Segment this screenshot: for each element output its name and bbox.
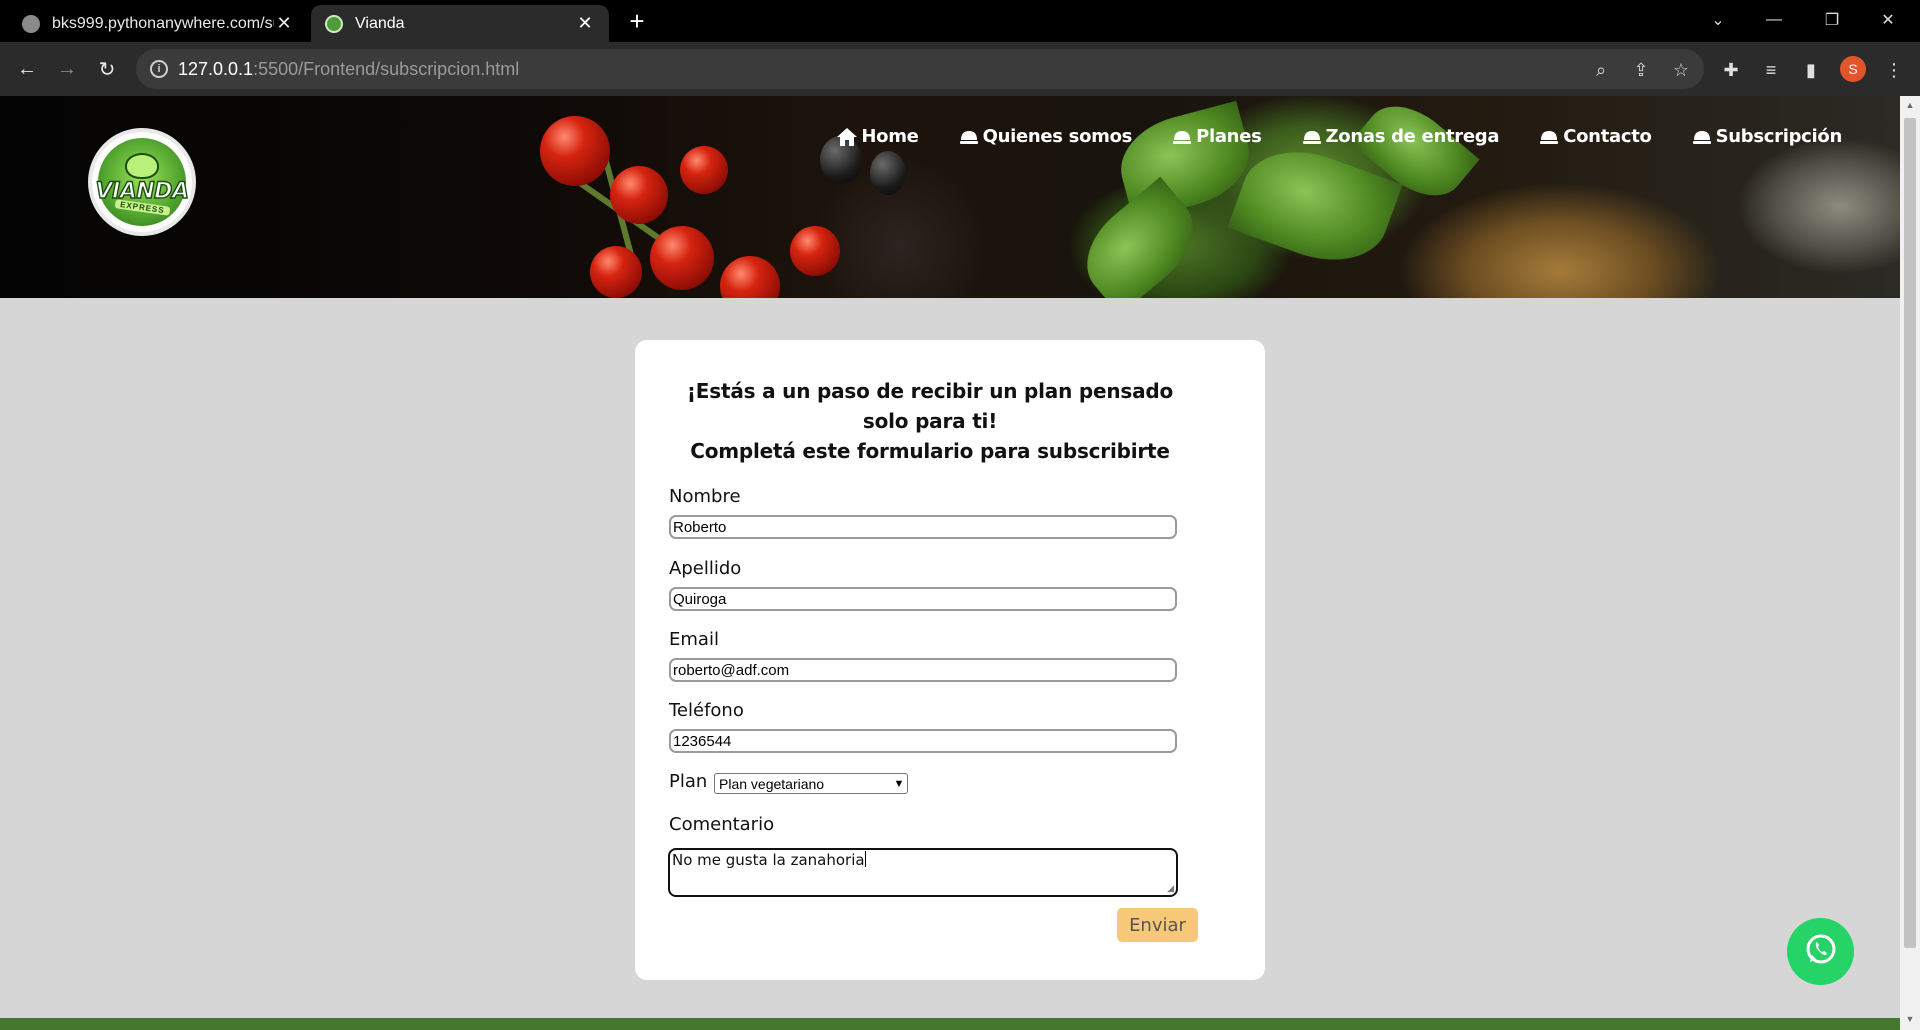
scrollbar-thumb[interactable] <box>1904 118 1916 948</box>
nav-home[interactable]: Home <box>837 126 919 147</box>
subscription-form-card: ¡Estás a un paso de recibir un plan pens… <box>635 340 1265 980</box>
browser-tab[interactable]: bks999.pythonanywhere.com/su ✕ <box>8 5 308 42</box>
apellido-label: Apellido <box>669 558 742 579</box>
tomato <box>590 246 642 298</box>
scroll-up-arrow-icon[interactable]: ▲ <box>1900 100 1920 110</box>
form-title-line: ¡Estás a un paso de recibir un plan pens… <box>686 379 1174 403</box>
form-title: ¡Estás a un paso de recibir un plan pens… <box>670 376 1190 466</box>
resize-grip-icon[interactable]: ◢ <box>1167 884 1174 894</box>
nombre-input[interactable] <box>669 515 1177 539</box>
nav-label: Contacto <box>1563 126 1652 147</box>
tomato <box>540 116 610 186</box>
minimize-icon[interactable]: — <box>1746 0 1802 40</box>
nav-planes[interactable]: Planes <box>1172 126 1262 147</box>
form-title-line: solo para ti! <box>862 409 998 433</box>
plan-select[interactable]: Plan vegetariano ▼ <box>714 773 908 794</box>
nav-label: Subscripción <box>1715 126 1843 147</box>
nav-subscripcion[interactable]: Subscripción <box>1692 126 1842 147</box>
scroll-down-arrow-icon[interactable]: ▼ <box>1900 1014 1920 1024</box>
zoom-icon[interactable]: ⌕ <box>1590 59 1612 81</box>
tomato <box>650 226 714 290</box>
form-title-line: Completá este formulario para subscribir… <box>690 439 1170 463</box>
address-bar[interactable]: i 127.0.0.1:5500/Frontend/subscripcion.h… <box>136 49 1704 89</box>
side-panel-icon[interactable]: ▮ <box>1799 58 1823 82</box>
reload-icon[interactable]: ↻ <box>91 53 123 85</box>
home-icon <box>837 127 858 147</box>
close-tab-icon[interactable]: ✕ <box>575 13 595 34</box>
enviar-button[interactable]: Enviar <box>1117 908 1198 942</box>
chef-mascot-icon <box>125 152 159 179</box>
extensions-icon[interactable]: ✚ <box>1719 58 1743 82</box>
text-caret <box>864 851 866 867</box>
new-tab-plus-icon[interactable]: + <box>622 6 652 37</box>
restore-icon[interactable]: ❐ <box>1804 0 1860 40</box>
url-text: 127.0.0.1:5500/Frontend/subscripcion.htm… <box>178 59 520 79</box>
share-icon[interactable]: ⇪ <box>1630 59 1652 81</box>
tab-search-chevron-icon[interactable]: ⌄ <box>1690 0 1746 40</box>
nav-label: Planes <box>1196 126 1262 147</box>
nav-zonas-de-entrega[interactable]: Zonas de entrega <box>1302 126 1500 147</box>
main-nav: Home Quienes somos Planes Zonas de entre… <box>837 126 1842 147</box>
tomato <box>790 226 840 276</box>
back-arrow-icon[interactable]: ← <box>11 53 43 85</box>
media-control-icon[interactable]: ≡ <box>1759 58 1783 82</box>
browser-toolbar: ← → ↻ i 127.0.0.1:5500/Frontend/subscrip… <box>0 42 1920 96</box>
page-scrollbar[interactable]: ▲ ▼ <box>1900 96 1920 1030</box>
cloche-icon <box>1692 127 1712 147</box>
telefono-input[interactable] <box>669 729 1177 753</box>
browser-menu-icon[interactable]: ⋮ <box>1882 58 1906 82</box>
page-viewport: VIANDA EXPRESS Home Quienes somos Planes… <box>0 96 1900 1030</box>
plan-selected-value: Plan vegetariano <box>719 775 825 792</box>
chevron-down-icon: ▼ <box>893 777 905 790</box>
cloche-icon <box>1302 127 1322 147</box>
apellido-input[interactable] <box>669 587 1177 611</box>
logo-wordmark: VIANDA <box>95 178 190 204</box>
comentario-textarea[interactable]: No me gusta la zanahoria ◢ <box>668 848 1178 897</box>
comentario-text: No me gusta la zanahoria <box>672 851 865 869</box>
nav-label: Quienes somos <box>982 126 1133 147</box>
browser-tab-active[interactable]: Vianda ✕ <box>311 5 609 42</box>
whatsapp-button[interactable] <box>1787 918 1854 985</box>
globe-icon <box>22 14 40 33</box>
email-label: Email <box>669 629 719 650</box>
browser-tab-strip: bks999.pythonanywhere.com/su ✕ Vianda ✕ … <box>0 0 1920 42</box>
close-tab-icon[interactable]: ✕ <box>274 13 294 34</box>
email-input[interactable] <box>669 658 1177 682</box>
tomato <box>720 256 780 298</box>
tomato <box>610 166 668 224</box>
nav-label: Zonas de entrega <box>1325 126 1500 147</box>
cloche-icon <box>1172 127 1192 147</box>
close-window-icon[interactable]: ✕ <box>1860 0 1916 40</box>
nav-label: Home <box>861 126 919 147</box>
footer-bar <box>0 1018 1900 1030</box>
tab-title: bks999.pythonanywhere.com/su <box>52 14 274 32</box>
tab-title: Vianda <box>355 14 405 32</box>
olive <box>870 151 906 195</box>
vianda-logo[interactable]: VIANDA EXPRESS <box>88 128 196 236</box>
telefono-label: Teléfono <box>669 700 744 721</box>
bookmark-star-icon[interactable]: ☆ <box>1670 59 1692 81</box>
hero-header: VIANDA EXPRESS Home Quienes somos Planes… <box>0 96 1900 298</box>
comentario-label: Comentario <box>669 814 775 835</box>
forward-arrow-icon[interactable]: → <box>51 53 83 85</box>
cloche-icon <box>959 127 979 147</box>
nav-quienes-somos[interactable]: Quienes somos <box>959 126 1133 147</box>
nombre-label: Nombre <box>669 486 741 507</box>
profile-avatar[interactable]: S <box>1840 56 1866 82</box>
logo-emblem: VIANDA EXPRESS <box>95 138 190 226</box>
plan-label: Plan <box>669 771 708 792</box>
cloche-icon <box>1539 127 1559 147</box>
tomato <box>680 146 728 194</box>
nav-contacto[interactable]: Contacto <box>1539 126 1652 147</box>
whatsapp-icon <box>1804 932 1838 971</box>
site-info-icon[interactable]: i <box>150 60 168 78</box>
site-favicon-icon <box>325 14 343 33</box>
